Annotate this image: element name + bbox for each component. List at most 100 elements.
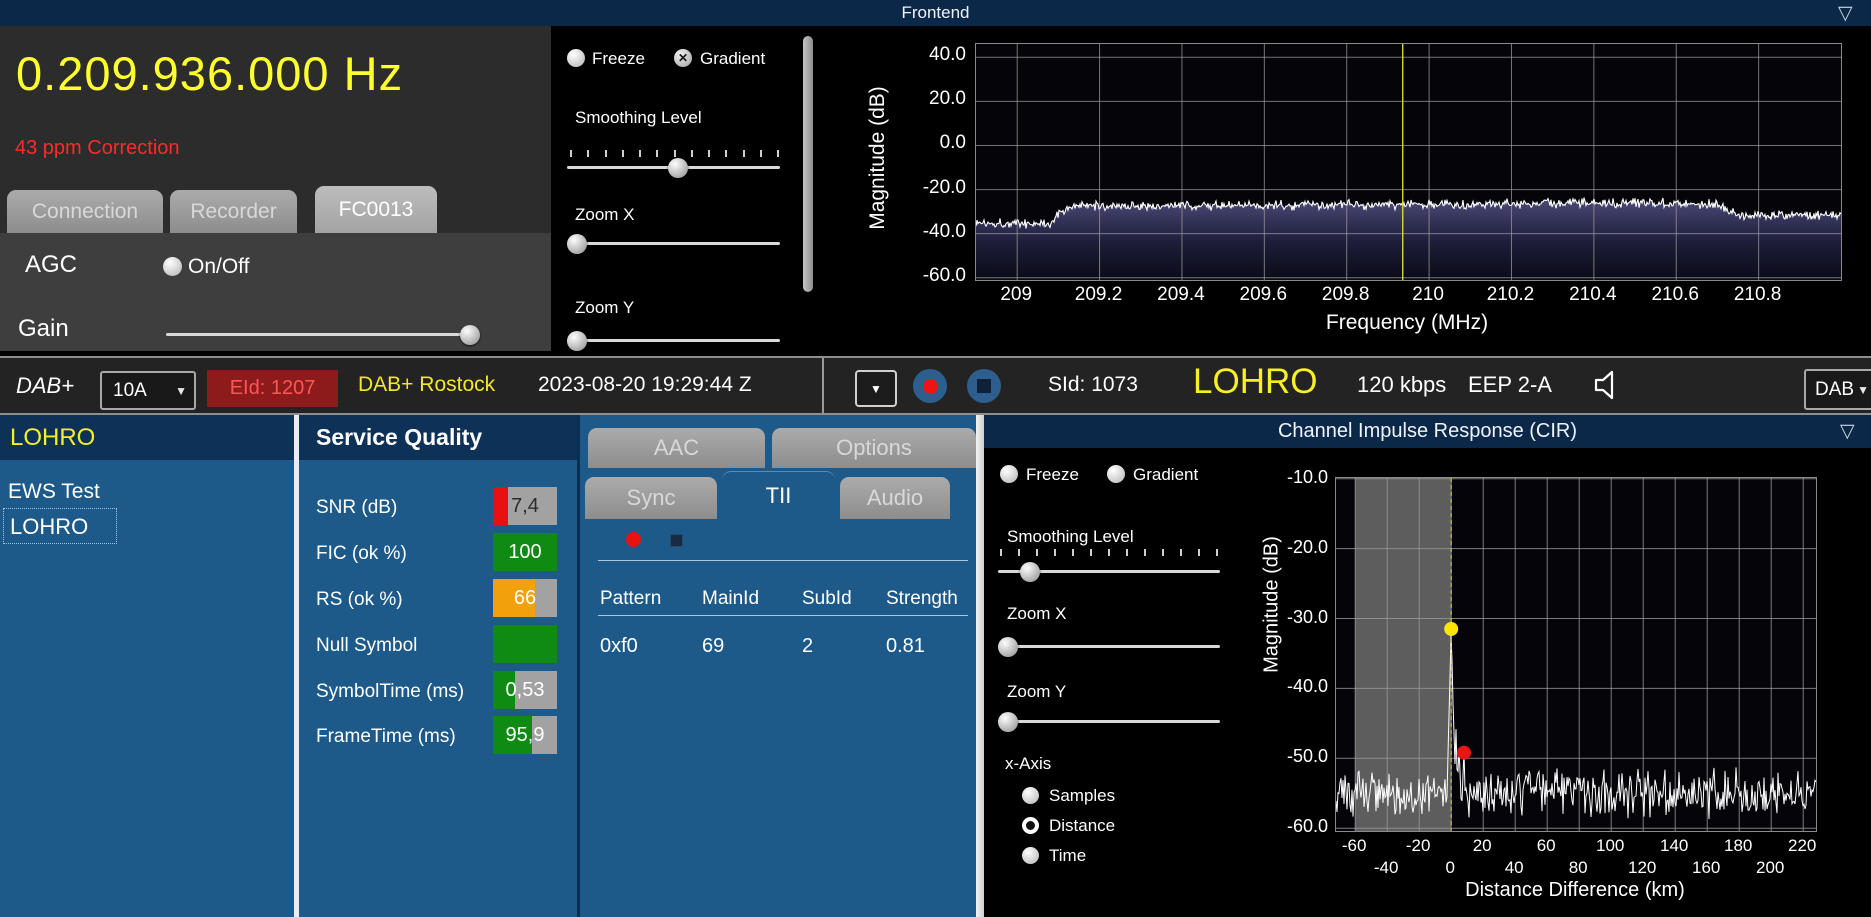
tuner-tab-fc0013[interactable]: FC0013 <box>315 186 437 233</box>
tii-column-header: Pattern <box>600 588 662 609</box>
status-bar: DAB+ 10A ▼ EId: 1207 DAB+ Rostock 2023-0… <box>0 356 1871 415</box>
cir-ytick: -10.0 <box>1286 466 1328 487</box>
fe-xtick: 209 <box>1000 284 1033 305</box>
service-list-item[interactable]: EWS Test <box>8 480 100 504</box>
channel-combobox[interactable]: 10A ▼ <box>100 371 196 410</box>
cir-ytick: -30.0 <box>1286 606 1328 627</box>
fe-freeze-radio[interactable] <box>567 49 585 67</box>
gain-slider-track[interactable] <box>166 333 478 336</box>
cir-xtick: 80 <box>1568 858 1588 877</box>
cir-xtick: 160 <box>1692 858 1721 877</box>
cir-xtick: -40 <box>1373 858 1399 877</box>
gain-slider-thumb[interactable] <box>460 325 480 345</box>
slider-tick <box>1162 549 1164 556</box>
service-quality-header: Service Quality <box>299 415 577 460</box>
agc-onoff-radio[interactable] <box>163 257 182 276</box>
quality-bar-value: 7,4 <box>511 494 539 517</box>
fe-zoomy-label: Zoom Y <box>575 298 635 317</box>
cir-xtick: 120 <box>1628 858 1657 877</box>
service-list-header: LOHRO <box>0 415 294 460</box>
cir-gradient-radio[interactable] <box>1107 465 1125 483</box>
tii-header-underline <box>598 615 968 616</box>
cir-xaxis-radio-distance[interactable] <box>1022 817 1039 834</box>
chevron-down-icon: ▼ <box>175 383 187 398</box>
fe-zoomx-track[interactable] <box>567 242 780 245</box>
cir-smoothing-thumb[interactable] <box>1020 562 1040 582</box>
ensemble-id-badge: EId: 1207 <box>207 370 338 407</box>
tab-audio[interactable]: Audio <box>840 477 950 519</box>
service-list-header-title: LOHRO <box>10 424 96 451</box>
slider-tick <box>777 150 779 157</box>
cir-titlebar: Channel Impulse Response (CIR) ▽ <box>984 415 1871 448</box>
panel-separator[interactable] <box>976 415 984 917</box>
cir-zoomx-thumb[interactable] <box>998 637 1018 657</box>
tuner-tab-connection[interactable]: Connection <box>7 190 163 233</box>
output-combobox[interactable]: DAB ▼ <box>1804 369 1871 410</box>
tab-tii[interactable]: TII <box>722 471 835 520</box>
cir-ytick: -60.0 <box>1286 816 1328 837</box>
service-quality-title: Service Quality <box>316 424 483 450</box>
tab-options[interactable]: Options <box>772 428 976 468</box>
fe-zoomy-thumb[interactable] <box>567 331 587 351</box>
service-name-display: LOHRO <box>1193 362 1318 401</box>
quality-bar-value: 0,53 <box>505 678 545 701</box>
cir-zoomy-track[interactable] <box>998 720 1220 723</box>
tii-stop-indicator-icon[interactable] <box>670 534 683 547</box>
fe-xtick: 209.4 <box>1157 284 1205 305</box>
tuner-tab-recorder[interactable]: Recorder <box>170 190 297 233</box>
fe-xtick: 210.4 <box>1569 284 1617 305</box>
fe-smoothing-label: Smoothing Level <box>575 108 702 127</box>
fe-zoomx-label: Zoom X <box>575 205 635 224</box>
quality-bar-value: 100 <box>508 540 542 563</box>
cir-ytick: -20.0 <box>1286 536 1328 557</box>
cir-xtick: 60 <box>1536 836 1556 855</box>
fe-zoomy-track[interactable] <box>567 339 780 342</box>
bitrate-label: 120 kbps <box>1357 372 1447 397</box>
fe-spectrum-plot[interactable] <box>975 43 1842 281</box>
slider-tick <box>1216 549 1218 556</box>
service-id-label: SId: 1073 <box>1048 373 1138 396</box>
fe-smoothing-thumb[interactable] <box>668 158 688 178</box>
cir-zoomx-track[interactable] <box>998 645 1220 648</box>
tab-sync[interactable]: Sync <box>585 477 717 519</box>
slider-tick <box>742 150 745 157</box>
cir-plot[interactable] <box>1335 477 1817 832</box>
fe-ytick: -40.0 <box>922 220 966 242</box>
cir-gradient-label: Gradient <box>1133 465 1199 484</box>
cir-xtick: 180 <box>1724 836 1753 855</box>
output-combobox-value: DAB <box>1815 378 1855 400</box>
cir-xtick: 40 <box>1504 858 1524 877</box>
speaker-icon[interactable] <box>1590 367 1628 403</box>
cir-collapse-icon[interactable]: ▽ <box>1840 420 1855 443</box>
tii-cell: 69 <box>702 635 725 657</box>
cir-xtick: 220 <box>1788 836 1817 855</box>
cir-xaxis-option-label: Samples <box>1049 786 1116 805</box>
service-quality-panel: Service Quality SNR (dB) 7,4 FIC (ok %) 100… <box>299 415 577 917</box>
cir-xaxis-option-label: Time <box>1049 846 1087 865</box>
record-icon <box>922 378 938 394</box>
tab-aac[interactable]: AAC <box>588 428 765 468</box>
tuner-panel: 0.209.936.000 Hz 43 ppm Correction AGC O… <box>0 26 551 351</box>
dropdown-button[interactable]: ▼ <box>855 370 897 407</box>
slider-tick <box>725 150 728 157</box>
cir-smoothing-label: Smoothing Level <box>1007 527 1134 546</box>
slider-tick <box>1144 549 1146 556</box>
fe-xtick: 210 <box>1412 284 1444 305</box>
cir-ytick: -50.0 <box>1286 746 1328 767</box>
fe-gradient-checked-icon[interactable]: ✕ <box>674 49 692 67</box>
tuner-tab-content: AGC On/Off Gain <box>0 233 551 351</box>
fe-zoomx-thumb[interactable] <box>567 234 587 254</box>
cir-zoomy-thumb[interactable] <box>998 712 1018 732</box>
cir-xaxis-radio-samples[interactable] <box>1022 787 1039 804</box>
cir-freeze-radio[interactable] <box>1000 465 1018 483</box>
cir-xaxis-label: x-Axis <box>1005 754 1052 773</box>
agc-label: AGC <box>25 251 78 278</box>
frontend-collapse-icon[interactable]: ▽ <box>1838 2 1853 25</box>
frontend-title: Frontend <box>901 3 970 22</box>
tii-record-indicator-icon[interactable] <box>626 532 641 547</box>
fe-vertical-scrollbar[interactable] <box>803 36 813 292</box>
service-selection-box <box>3 508 117 544</box>
stop-button[interactable] <box>967 369 1001 403</box>
record-button[interactable] <box>913 369 947 403</box>
cir-xaxis-radio-time[interactable] <box>1022 847 1039 864</box>
